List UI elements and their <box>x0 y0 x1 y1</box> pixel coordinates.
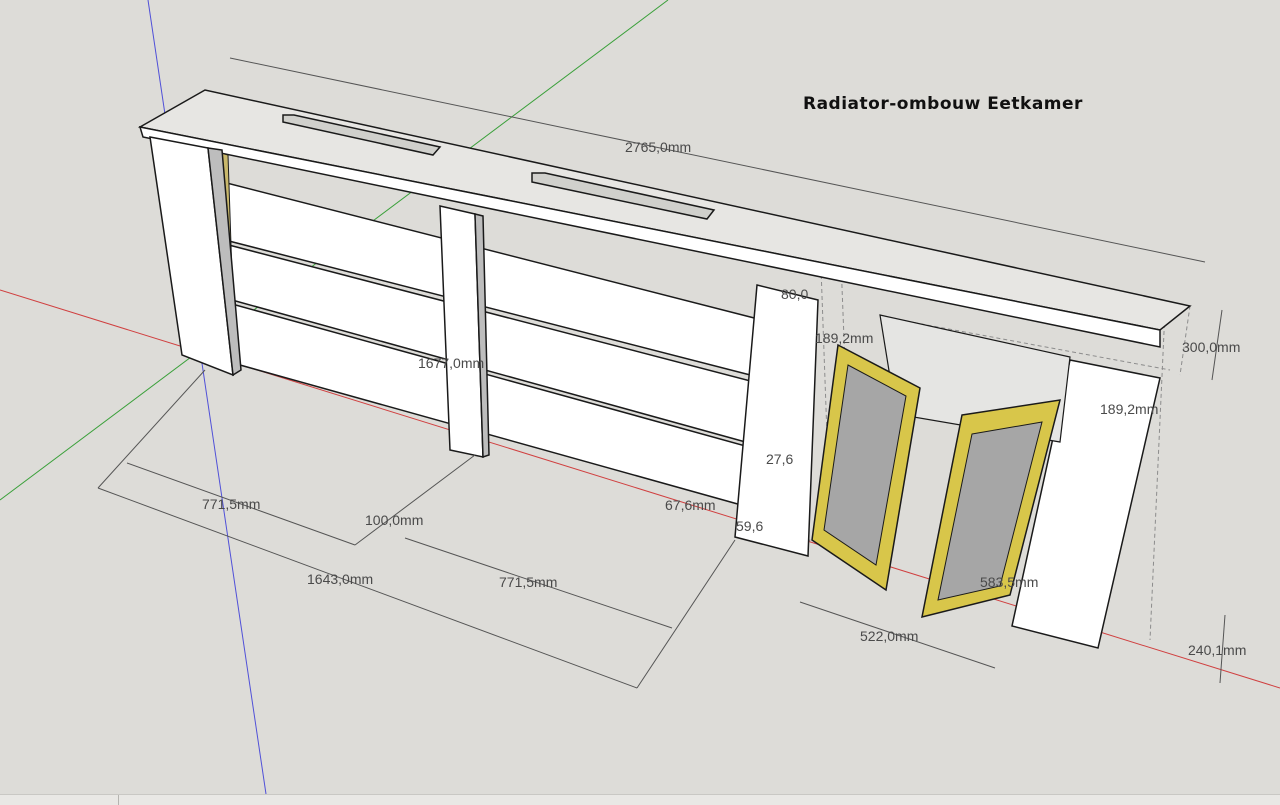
radiator-cover-model: Radiator-ombouw Eetkamer 2765,0mm 300,0m… <box>0 0 1280 794</box>
model-viewport[interactable]: Radiator-ombouw Eetkamer 2765,0mm 300,0m… <box>0 0 1280 804</box>
dim-span-total: 1643,0mm <box>307 571 373 587</box>
dim-gap-mid: 27,6 <box>766 451 793 467</box>
dim-height: 300,0mm <box>1182 339 1240 355</box>
dim-bay-2: 771,5mm <box>499 574 557 590</box>
dim-bay-1: 771,5mm <box>202 496 260 512</box>
drawing-title: Radiator-ombouw Eetkamer <box>803 94 1083 114</box>
dim-ext-1 <box>636 539 736 689</box>
dim-inner-height-a: 189,2mm <box>815 330 873 346</box>
dim-door-width: 522,0mm <box>860 628 918 644</box>
dim-ext-2 <box>97 369 206 489</box>
dim-offset: 67,6mm <box>665 497 716 513</box>
dim-depth: 240,1mm <box>1188 642 1246 658</box>
dim-inner-height-b: 189,2mm <box>1100 401 1158 417</box>
dim-overall-length: 2765,0mm <box>625 139 691 155</box>
hidden-right-post <box>1149 309 1166 641</box>
dim-rail-length: 1677,0mm <box>418 355 484 371</box>
dim-gap-top: 80,0 <box>781 286 808 302</box>
dim-post-width: 100,0mm <box>365 512 423 528</box>
dim-line-post <box>354 454 476 546</box>
status-bar <box>0 794 1280 805</box>
dim-gap-low: 59,6 <box>736 518 763 534</box>
dim-door-height: 583,5mm <box>980 574 1038 590</box>
